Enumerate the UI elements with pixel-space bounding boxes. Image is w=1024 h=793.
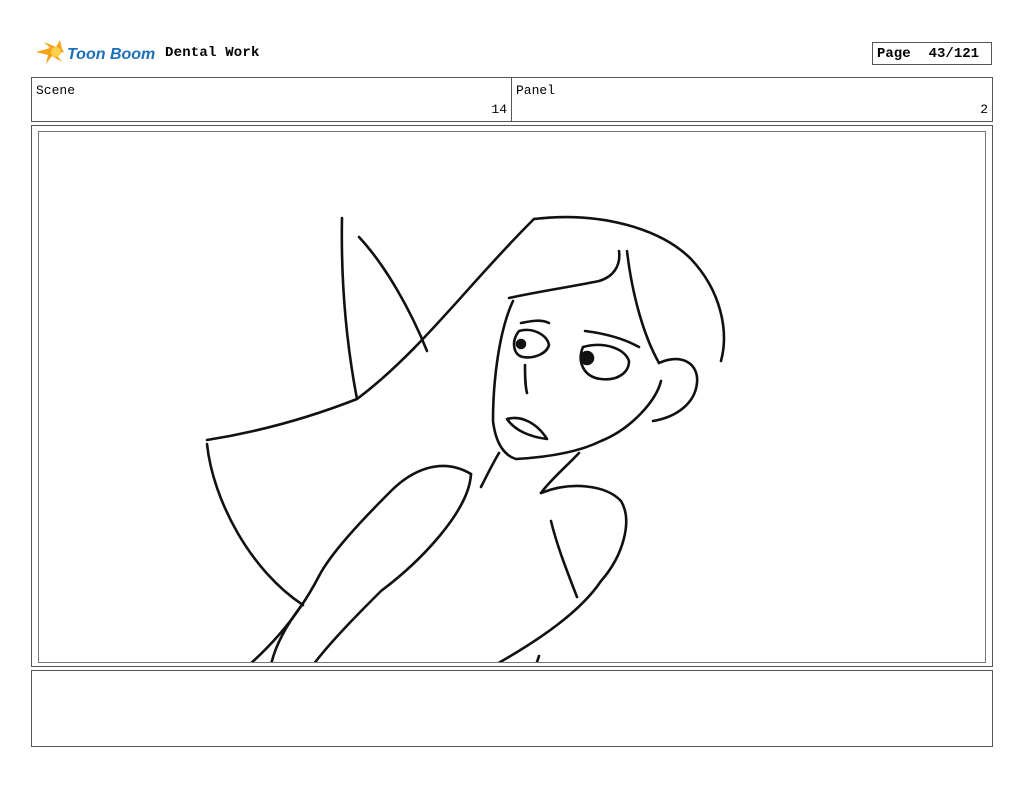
logo-brand-text: Toon Boom — [67, 46, 155, 63]
scene-label: Scene — [36, 83, 76, 98]
scene-value: 14 — [491, 102, 507, 117]
storyboard-frame — [38, 131, 986, 663]
detail-stroke — [535, 654, 541, 662]
torso-line — [549, 519, 579, 599]
neck-left — [479, 451, 501, 489]
pupil-left — [515, 338, 527, 350]
nose — [523, 363, 529, 395]
panel-label: Panel — [516, 83, 556, 98]
sketch-drawing — [205, 215, 726, 662]
brow-left — [519, 319, 551, 325]
bangs — [507, 249, 621, 300]
hair-strand — [625, 249, 661, 365]
mouth — [505, 416, 549, 441]
logo-burst-icon — [36, 40, 64, 64]
ear — [651, 357, 699, 423]
hair-spike-inner — [357, 235, 429, 353]
face-outline — [491, 299, 663, 461]
notes-box — [31, 670, 993, 747]
arm-left-inner — [313, 472, 473, 662]
page-number: 43/121 — [928, 45, 980, 62]
panel-info-row: Scene 14 Panel 2 — [31, 77, 993, 122]
shoulder-left — [317, 464, 473, 578]
panel-cell: Panel 2 — [512, 78, 992, 121]
hair-lower-curve — [205, 442, 305, 607]
shoulder-right — [497, 484, 628, 662]
scene-cell: Scene 14 — [32, 78, 512, 121]
toon-boom-logo: Toon Boom — [34, 38, 156, 68]
project-title: Dental Work — [165, 45, 260, 61]
hair-spike-left — [340, 216, 359, 401]
page-label: Page — [877, 45, 911, 62]
panel-value: 2 — [980, 102, 988, 117]
page-indicator: Page 43/121 — [872, 42, 992, 65]
pupil-right — [579, 350, 595, 366]
